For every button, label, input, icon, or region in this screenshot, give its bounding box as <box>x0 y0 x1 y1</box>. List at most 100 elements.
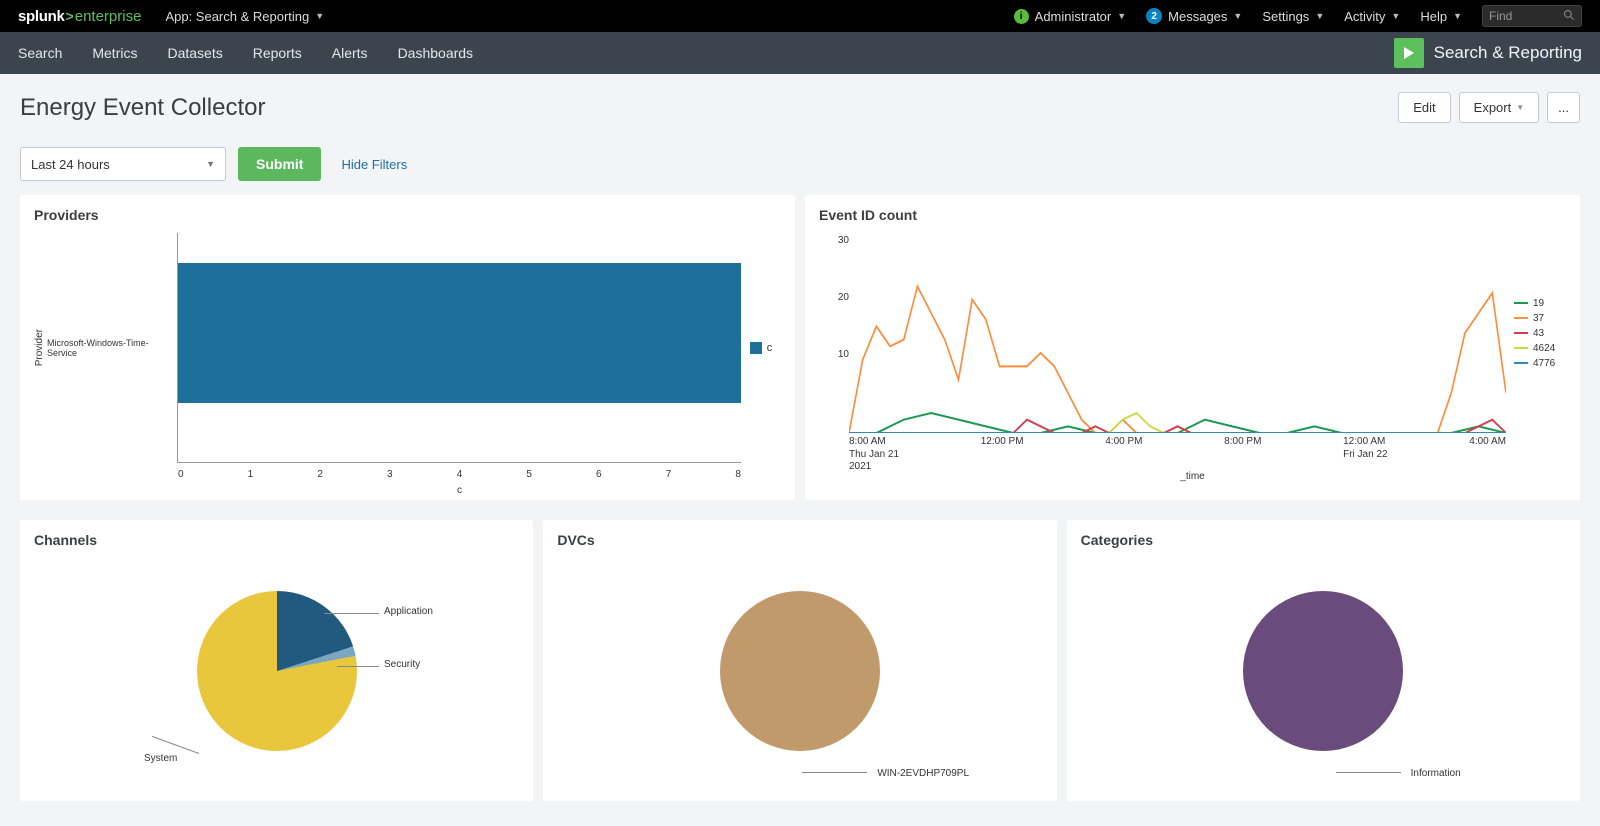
time-range-label: Last 24 hours <box>31 157 110 172</box>
x-tick: 12:00 PM <box>981 436 1024 474</box>
x-tick: 5 <box>526 469 532 480</box>
legend-item: 4624 <box>1514 343 1566 354</box>
x-tick: 4 <box>457 469 463 480</box>
y-tick-label: Microsoft-Windows-Time-Service <box>47 233 177 463</box>
top-panel-row: Providers Provider Microsoft-Windows-Tim… <box>0 195 1600 520</box>
event-id-chart[interactable]: 30 20 10 8:00 AM Thu Jan 21 2021 12:00 P… <box>819 233 1566 433</box>
legend-item: 43 <box>1514 328 1566 339</box>
info-icon: i <box>1014 9 1029 24</box>
edit-button[interactable]: Edit <box>1398 92 1450 123</box>
legend-swatch <box>750 342 762 354</box>
admin-menu[interactable]: i Administrator ▼ <box>1014 9 1127 24</box>
x-tick: 8:00 PM <box>1224 436 1261 474</box>
x-axis: 8:00 AM Thu Jan 21 2021 12:00 PM 4:00 PM… <box>849 433 1506 474</box>
x-tick: 2 <box>317 469 323 480</box>
legend-label: 43 <box>1533 328 1544 339</box>
chart-legend: c <box>741 233 781 463</box>
leader-line <box>152 736 199 754</box>
line-plot-area: 8:00 AM Thu Jan 21 2021 12:00 PM 4:00 PM… <box>849 233 1506 433</box>
categories-chart[interactable]: Information <box>1081 558 1566 783</box>
providers-chart[interactable]: Provider Microsoft-Windows-Time-Service … <box>34 233 781 463</box>
slice-label: Security <box>384 659 420 670</box>
legend-item: 4776 <box>1514 358 1566 369</box>
panel-dvcs: DVCs WIN-2EVDHP709PL <box>543 520 1056 801</box>
activity-label: Activity <box>1344 9 1385 24</box>
chart-legend: 19 37 43 4624 4776 <box>1506 233 1566 433</box>
x-tick: 7 <box>666 469 672 480</box>
nav-reports[interactable]: Reports <box>253 45 302 61</box>
nav-search[interactable]: Search <box>18 45 62 61</box>
nav-dashboards[interactable]: Dashboards <box>398 45 474 61</box>
legend-label: 19 <box>1533 298 1544 309</box>
panel-title: Categories <box>1081 532 1566 548</box>
activity-menu[interactable]: Activity ▼ <box>1344 9 1400 24</box>
pie-graphic <box>1243 591 1403 751</box>
brand-arrow-icon: > <box>66 8 74 24</box>
messages-menu[interactable]: 2 Messages ▼ <box>1146 8 1242 24</box>
caret-down-icon: ▼ <box>206 159 215 169</box>
legend-swatch <box>1514 302 1528 304</box>
settings-label: Settings <box>1262 9 1309 24</box>
legend-swatch <box>1514 362 1528 364</box>
bar-segment <box>178 263 741 403</box>
settings-menu[interactable]: Settings ▼ <box>1262 9 1324 24</box>
messages-count-badge: 2 <box>1146 8 1162 24</box>
dvcs-chart[interactable]: WIN-2EVDHP709PL <box>557 558 1042 783</box>
export-label: Export <box>1474 100 1512 115</box>
caret-down-icon: ▼ <box>1233 11 1242 21</box>
app-logo-icon[interactable] <box>1394 38 1424 68</box>
pie-graphic <box>197 591 357 751</box>
caret-down-icon: ▼ <box>1391 11 1400 21</box>
export-button[interactable]: Export ▼ <box>1459 92 1540 123</box>
y-tick: 30 <box>838 235 849 246</box>
help-menu[interactable]: Help ▼ <box>1420 9 1462 24</box>
x-axis-label: c <box>457 485 462 496</box>
x-tick: 3 <box>387 469 393 480</box>
slice-label: Information <box>1411 768 1461 779</box>
panel-title: Providers <box>34 207 781 223</box>
x-tick: 4:00 PM <box>1105 436 1142 474</box>
app-name-label: Search & Reporting <box>1434 43 1582 63</box>
panel-title: Channels <box>34 532 519 548</box>
legend-label: 37 <box>1533 313 1544 324</box>
caret-down-icon: ▼ <box>315 11 324 21</box>
caret-down-icon: ▼ <box>1315 11 1324 21</box>
x-tick: 4:00 AM <box>1469 436 1506 474</box>
y-tick: 10 <box>838 349 849 360</box>
app-nav-bar: Search Metrics Datasets Reports Alerts D… <box>0 32 1600 74</box>
nav-metrics[interactable]: Metrics <box>92 45 137 61</box>
global-find-input[interactable]: Find <box>1482 5 1582 27</box>
y-tick: 20 <box>838 292 849 303</box>
time-range-picker[interactable]: Last 24 hours ▼ <box>20 147 226 181</box>
pie-graphic <box>720 591 880 751</box>
panel-providers: Providers Provider Microsoft-Windows-Tim… <box>20 195 795 500</box>
legend-label: 4776 <box>1533 358 1555 369</box>
panel-title: Event ID count <box>819 207 1566 223</box>
brand-logo[interactable]: splunk > enterprise <box>18 8 141 25</box>
channels-chart[interactable]: Application Security System <box>34 558 519 783</box>
legend-item: 19 <box>1514 298 1566 309</box>
messages-label: Messages <box>1168 9 1227 24</box>
legend-swatch <box>1514 317 1528 319</box>
find-placeholder: Find <box>1489 9 1512 23</box>
x-tick: 8:00 AM Thu Jan 21 2021 <box>849 436 899 474</box>
x-tick: 0 <box>178 469 184 480</box>
brand-word-enterprise: enterprise <box>75 8 142 25</box>
nav-alerts[interactable]: Alerts <box>332 45 368 61</box>
app-selector[interactable]: App: Search & Reporting ▼ <box>165 9 324 24</box>
more-actions-button[interactable]: ... <box>1547 92 1580 123</box>
panel-channels: Channels Application Security System <box>20 520 533 801</box>
dashboard-header: Energy Event Collector Edit Export ▼ ... <box>0 74 1600 133</box>
hide-filters-link[interactable]: Hide Filters <box>341 157 407 172</box>
admin-label: Administrator <box>1035 9 1112 24</box>
leader-line <box>337 666 379 667</box>
x-tick: 1 <box>248 469 254 480</box>
leader-line <box>324 613 379 614</box>
x-tick: 8 <box>735 469 741 480</box>
caret-down-icon: ▼ <box>1516 103 1524 112</box>
panel-event-id-count: Event ID count 30 20 10 8:00 AM Thu Jan … <box>805 195 1580 500</box>
y-axis: 30 20 10 <box>819 233 849 433</box>
slice-label: Application <box>384 606 433 617</box>
nav-datasets[interactable]: Datasets <box>167 45 222 61</box>
submit-button[interactable]: Submit <box>238 147 321 181</box>
